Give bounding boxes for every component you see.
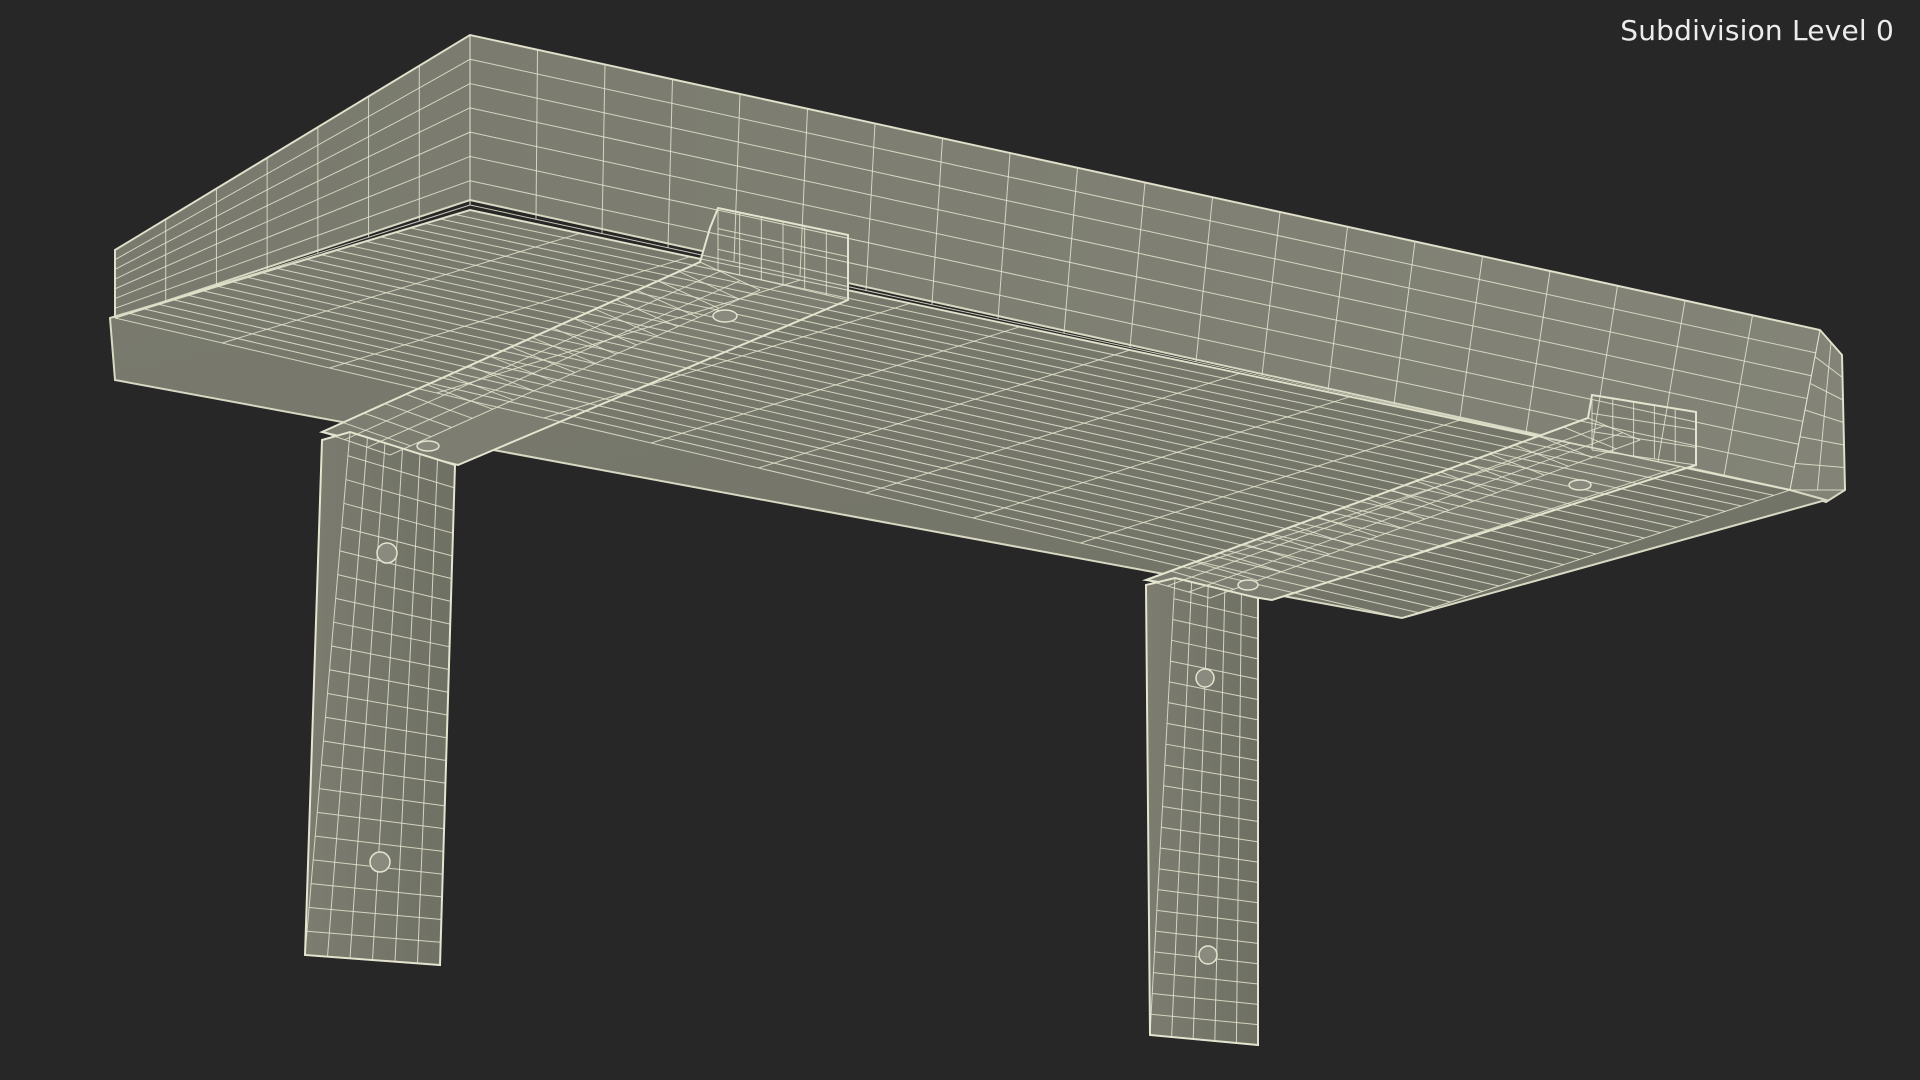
screw-hole bbox=[712, 309, 738, 323]
render-viewport: Subdivision Level 0 bbox=[0, 0, 1920, 1080]
screw-hole bbox=[1568, 479, 1592, 491]
subdivision-level-label: Subdivision Level 0 bbox=[1620, 14, 1894, 47]
screw-hole bbox=[376, 542, 398, 564]
screw-hole bbox=[1195, 668, 1215, 688]
screw-hole bbox=[1237, 579, 1259, 591]
screw-hole bbox=[416, 440, 440, 452]
wireframe-scene bbox=[108, 33, 1847, 1047]
screw-hole bbox=[369, 851, 391, 873]
screw-hole bbox=[1198, 945, 1218, 965]
